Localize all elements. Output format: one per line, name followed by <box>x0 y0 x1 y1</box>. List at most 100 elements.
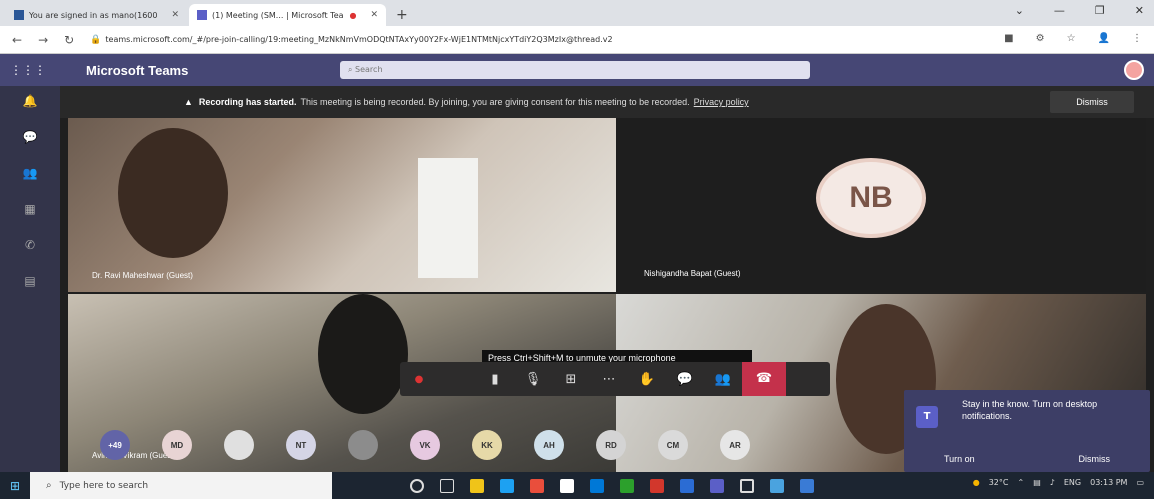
roster-avatar[interactable]: AR <box>720 430 750 460</box>
search-placeholder: Search <box>355 65 383 74</box>
teams-logo-icon: T <box>916 406 938 428</box>
search-input[interactable]: ⌕ Search <box>340 61 810 79</box>
dismiss-banner-button[interactable]: Dismiss <box>1050 91 1134 113</box>
avatar: NB <box>816 158 926 238</box>
more-actions-icon[interactable]: ⋯ <box>590 372 628 387</box>
address-bar-row: ← → ↻ 🔒 teams.microsoft.com/_#/pre-join-… <box>0 26 1154 54</box>
search-icon: ⌕ <box>46 480 52 491</box>
privacy-policy-link[interactable]: Privacy policy <box>694 97 749 107</box>
roster-avatar[interactable]: KK <box>472 430 502 460</box>
edge-icon[interactable] <box>500 478 514 493</box>
volume-icon[interactable]: ♪ <box>1050 478 1055 487</box>
activity-icon[interactable]: 🔔 <box>20 94 40 114</box>
taskbar-search-placeholder: Type here to search <box>59 480 149 491</box>
search-icon: ⌕ <box>348 65 356 74</box>
hang-up-button[interactable]: ☎ <box>742 362 786 396</box>
profile-icon[interactable]: 👤 <box>1098 33 1110 44</box>
turn-on-button[interactable]: Turn on <box>944 454 975 464</box>
language-indicator[interactable]: ENG <box>1064 478 1081 487</box>
chevron-down-icon[interactable]: ⌄ <box>1015 4 1024 17</box>
tab-title: You are signed in as mano(1600 <box>29 10 158 20</box>
camera-icon[interactable]: ■ <box>1004 33 1013 44</box>
roster-avatar[interactable]: AH <box>534 430 564 460</box>
weather-icon[interactable]: ● <box>973 478 980 487</box>
banner-text: This meeting is being recorded. By joini… <box>300 97 690 107</box>
browser-tab-active[interactable]: (1) Meeting (SM... | Microsoft Tea ● ✕ <box>189 4 387 26</box>
camera-toggle-icon[interactable]: ▮ <box>476 372 514 387</box>
dismiss-toast-button[interactable]: Dismiss <box>1079 454 1111 464</box>
url-field[interactable]: teams.microsoft.com/_#/pre-join-calling/… <box>105 35 612 44</box>
video-tile: NB Nishigandha Bapat (Guest) <box>616 118 1146 292</box>
banner-bold: Recording has started. <box>198 97 297 107</box>
maximize-icon[interactable]: ❐ <box>1095 4 1105 17</box>
taskbar-apps <box>410 478 814 493</box>
roster-avatar[interactable]: NT <box>286 430 316 460</box>
participant-video <box>318 294 408 414</box>
teams-header: ⋮⋮⋮ Microsoft Teams ⌕ Search <box>0 54 1154 86</box>
photos-icon[interactable] <box>770 478 784 493</box>
video-tile: Dr. Ravi Maheshwar (Guest) <box>68 118 616 292</box>
back-icon[interactable]: ← <box>12 33 22 47</box>
avatar[interactable] <box>1124 60 1144 80</box>
lock-icon: 🔒 <box>90 34 102 45</box>
app-launcher-icon[interactable]: ⋮⋮⋮ <box>0 63 56 77</box>
task-view-icon[interactable] <box>440 478 454 493</box>
chat-icon[interactable]: 💬 <box>666 372 704 387</box>
system-tray: ● 32°C ⌃ ▤ ♪ ENG 03:13 PM ▭ <box>973 478 1144 487</box>
mail-icon[interactable] <box>590 478 604 493</box>
participant-name: Dr. Ravi Maheshwar (Guest) <box>92 271 193 280</box>
menu-icon[interactable]: ⋮ <box>1132 33 1142 44</box>
word-icon[interactable] <box>680 478 694 493</box>
teams-left-rail: 🔔 💬 👥 ▦ ✆ ▤ <box>0 86 60 472</box>
calendar-icon[interactable]: ▦ <box>20 202 40 222</box>
translate-icon[interactable]: ⚙ <box>1036 33 1045 44</box>
close-window-icon[interactable]: ✕ <box>1135 4 1144 17</box>
notification-toast: T Stay in the know. Turn on desktop noti… <box>904 390 1150 472</box>
teams-icon[interactable]: 👥 <box>20 166 40 186</box>
reload-icon[interactable]: ↻ <box>64 33 74 47</box>
app-icon[interactable] <box>800 478 814 493</box>
close-tab-icon[interactable]: ✕ <box>371 10 379 20</box>
taskbar-search-input[interactable]: ⌕ Type here to search <box>30 472 332 499</box>
clock[interactable]: 03:13 PM <box>1090 478 1127 487</box>
windows-start-icon[interactable]: ⊞ <box>0 479 30 493</box>
roster-avatar[interactable]: VK <box>410 430 440 460</box>
mic-muted-icon[interactable]: 🎙 <box>514 372 552 387</box>
chevron-up-icon[interactable]: ⌃ <box>1017 478 1024 487</box>
temperature: 32°C <box>988 478 1009 487</box>
participant-video <box>118 128 228 258</box>
star-icon[interactable]: ☆ <box>1067 33 1076 44</box>
settings-icon[interactable] <box>740 478 754 493</box>
files-icon[interactable]: ▤ <box>20 274 40 294</box>
forward-icon[interactable]: → <box>38 33 48 47</box>
toast-message: Stay in the know. Turn on desktop notifi… <box>962 399 1098 421</box>
notepad-icon[interactable] <box>560 478 574 493</box>
cortana-icon[interactable] <box>410 478 424 493</box>
roster-avatar[interactable]: MD <box>162 430 192 460</box>
roster-avatar[interactable] <box>348 430 378 460</box>
recording-dot-icon: ● <box>349 10 357 20</box>
roster-avatar[interactable]: RD <box>596 430 626 460</box>
recording-banner: ▲ Recording has started. This meeting is… <box>60 86 1154 118</box>
close-tab-icon[interactable]: ✕ <box>171 10 179 20</box>
windows-taskbar: ⊞ ⌕ Type here to search ● 32°C ⌃ ▤ ♪ ENG… <box>0 472 1154 499</box>
calls-icon[interactable]: ✆ <box>20 238 40 258</box>
chat-icon[interactable]: 💬 <box>20 130 40 150</box>
notifications-icon[interactable]: ▭ <box>1136 478 1144 487</box>
chrome-icon[interactable] <box>530 478 544 493</box>
network-icon[interactable]: ▤ <box>1033 478 1041 487</box>
roster-avatar[interactable]: CM <box>658 430 688 460</box>
share-screen-icon[interactable]: ⊞ <box>552 372 590 387</box>
roster-avatar[interactable] <box>224 430 254 460</box>
excel-icon[interactable] <box>620 478 634 493</box>
browser-tab[interactable]: You are signed in as mano(1600 ✕ <box>6 4 187 26</box>
minimize-icon[interactable]: — <box>1054 4 1065 17</box>
participant-name: Nishigandha Bapat (Guest) <box>644 269 741 278</box>
file-explorer-icon[interactable] <box>470 478 484 493</box>
raise-hand-icon[interactable]: ✋ <box>628 372 666 387</box>
teams-taskbar-icon[interactable] <box>710 478 724 493</box>
powerpoint-icon[interactable] <box>650 478 664 493</box>
new-tab-button[interactable]: + <box>396 7 408 23</box>
participants-icon[interactable]: 👥 <box>704 372 742 387</box>
roster-avatar[interactable]: +49 <box>100 430 130 460</box>
